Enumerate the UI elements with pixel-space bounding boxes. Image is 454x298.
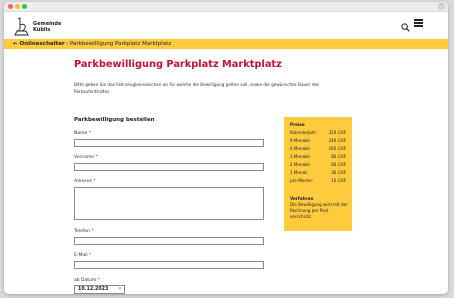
browser-window: ⌃ Gemeinde Küblis ← Onlineschalter › Par… — [4, 2, 448, 294]
logo-emblem-icon — [14, 17, 29, 36]
window-titlebar: ⌃ — [4, 2, 448, 12]
required-mark: * — [89, 253, 92, 258]
price-label: 3 Monate: — [290, 154, 311, 159]
maximize-window-button[interactable] — [22, 4, 27, 9]
logo-line2: Küblis — [33, 26, 51, 33]
required-mark: * — [95, 155, 98, 160]
vorname-label-text: Vorname — [74, 155, 95, 160]
email-field[interactable] — [74, 261, 264, 269]
telefon-label: Telefon * — [74, 229, 94, 234]
price-info-box: Preise Kalenderjahr: 320 CHF 9 Monate: 240… — [284, 117, 352, 231]
date-value: 10.12.2023 — [78, 287, 109, 292]
name-label: Name * — [74, 131, 91, 136]
breadcrumb-current: › Parkbewilligung Parkplatz Marktplatz — [66, 39, 171, 49]
page-intro: Bitte geben Sie das Fahrzeugkennzeichen … — [74, 82, 320, 94]
telefon-field[interactable] — [74, 237, 264, 245]
date-field[interactable]: 10.12.2023 × — [74, 285, 125, 294]
clear-date-icon[interactable]: × — [118, 286, 122, 293]
main-content: Parkbewilligung Parkplatz Marktplatz Bit… — [4, 49, 448, 294]
price-label: Kalenderjahr: — [290, 130, 318, 135]
price-value: 10 CHF — [331, 178, 346, 183]
procedure-text: Die Bewilligung wird mit der Rechnung pe… — [290, 202, 348, 219]
price-label: pro Woche: — [290, 178, 314, 183]
logo-text: Gemeinde Küblis — [33, 21, 61, 33]
name-label-text: Name — [74, 131, 88, 136]
page-title: Parkbewilligung Parkplatz Marktplatz — [74, 59, 282, 70]
minimize-window-button[interactable] — [15, 4, 20, 9]
telefon-label-text: Telefon — [74, 229, 90, 234]
breadcrumb-back-link[interactable]: ← Onlineschalter — [13, 39, 65, 49]
required-mark: * — [91, 229, 94, 234]
adresse-label: Adresse * — [74, 179, 96, 184]
breadcrumb: ← Onlineschalter › Parkbewilligung Parkp… — [4, 39, 448, 49]
price-value: 240 CHF — [328, 138, 346, 143]
price-label: 2 Monate: — [290, 162, 311, 167]
price-label: 9 Monate: — [290, 138, 311, 143]
menu-icon[interactable] — [414, 19, 423, 28]
price-value: 60 CHF — [331, 162, 346, 167]
datum-label: ab Datum * — [74, 278, 100, 283]
adresse-textarea[interactable] — [74, 187, 264, 220]
site-header: Gemeinde Küblis — [4, 12, 448, 40]
datum-label-text: ab Datum — [74, 278, 97, 283]
required-mark: * — [97, 278, 100, 283]
procedure-title: Verfahren — [290, 196, 314, 201]
price-label: 1 Monat: — [290, 170, 309, 175]
prices-title: Preise — [290, 122, 305, 127]
price-value: 30 CHF — [331, 170, 346, 175]
required-mark: * — [93, 179, 96, 184]
price-value: 320 CHF — [328, 130, 346, 135]
price-label: 6 Monate: — [290, 146, 311, 151]
close-window-button[interactable] — [8, 4, 13, 9]
price-value: 80 CHF — [331, 154, 346, 159]
vorname-field[interactable] — [74, 163, 264, 171]
required-mark: * — [88, 131, 91, 136]
adresse-label-text: Adresse — [74, 179, 92, 184]
breadcrumb-separator: › — [66, 41, 69, 47]
gemeinde-logo[interactable]: Gemeinde Küblis — [14, 17, 61, 37]
vorname-label: Vorname * — [74, 155, 98, 160]
price-value: 160 CHF — [328, 146, 346, 151]
search-icon[interactable] — [401, 17, 410, 36]
email-label: E-Mail * — [74, 253, 91, 258]
email-label-text: E-Mail — [74, 253, 88, 258]
name-field[interactable] — [74, 139, 264, 147]
window-extra-button[interactable]: ⌃ — [438, 3, 445, 10]
form-section-title: Parkbewilligung bestellen — [74, 117, 155, 123]
breadcrumb-current-label: Parkbewilligung Parkplatz Marktplatz — [69, 41, 172, 47]
